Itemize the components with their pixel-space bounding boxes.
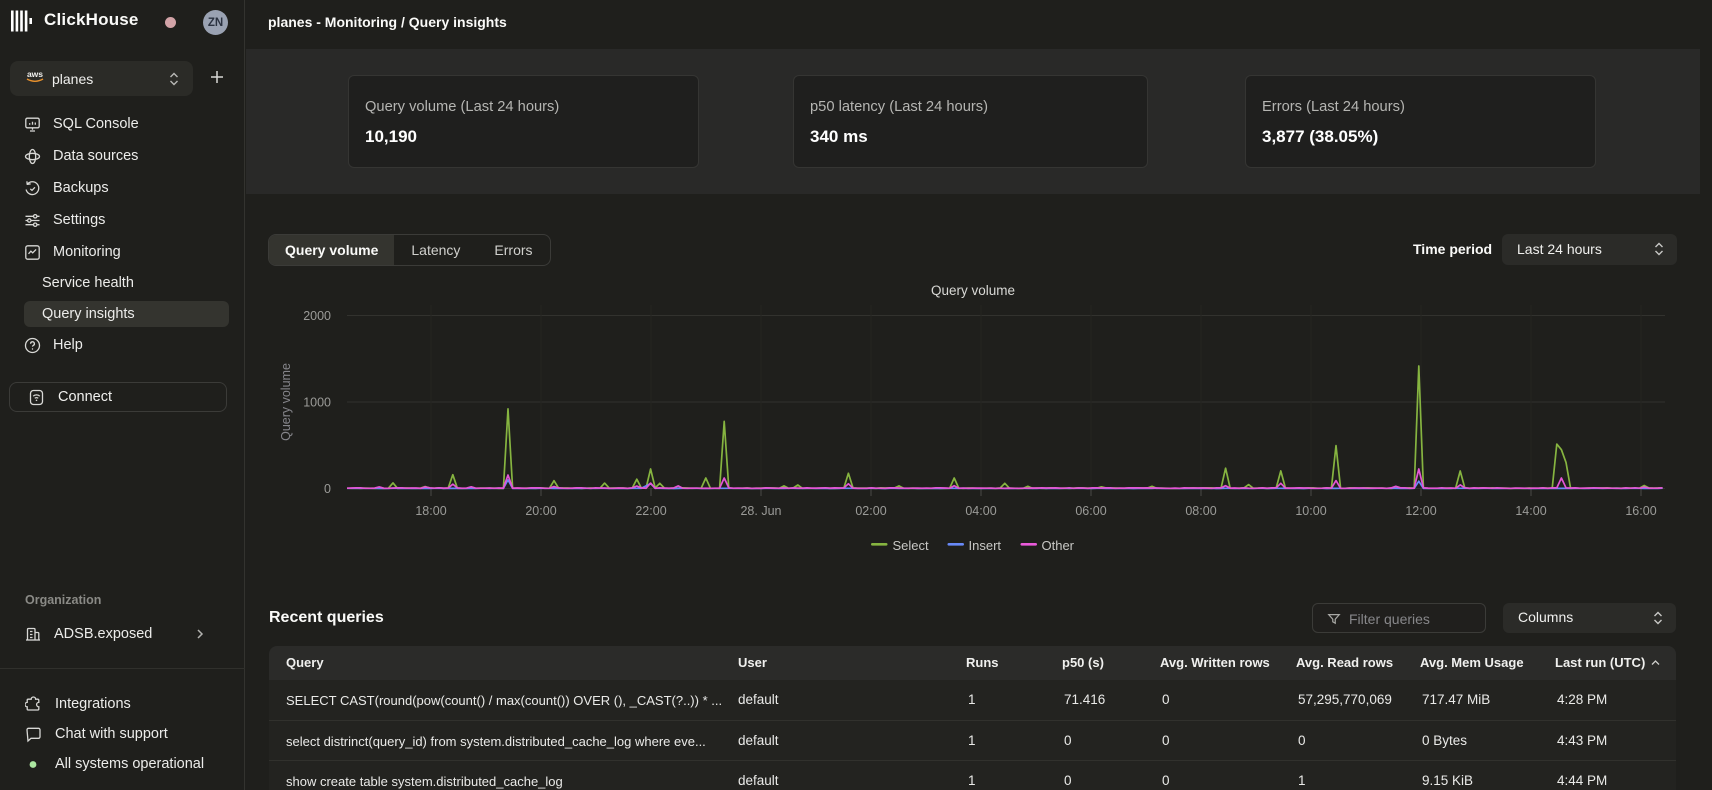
svg-text:08:00: 08:00 xyxy=(1185,504,1216,518)
svg-text:Query volume: Query volume xyxy=(279,363,293,441)
svg-text:2000: 2000 xyxy=(303,309,331,323)
svg-text:Other: Other xyxy=(1042,538,1075,553)
svg-text:20:00: 20:00 xyxy=(525,504,556,518)
svg-text:18:00: 18:00 xyxy=(415,504,446,518)
svg-text:28. Jun: 28. Jun xyxy=(740,504,781,518)
svg-text:10:00: 10:00 xyxy=(1295,504,1326,518)
svg-text:16:00: 16:00 xyxy=(1625,504,1656,518)
svg-text:14:00: 14:00 xyxy=(1515,504,1546,518)
svg-text:1000: 1000 xyxy=(303,396,331,410)
svg-text:06:00: 06:00 xyxy=(1075,504,1106,518)
svg-text:0: 0 xyxy=(324,482,331,496)
svg-text:Query volume: Query volume xyxy=(931,283,1015,298)
svg-text:02:00: 02:00 xyxy=(855,504,886,518)
svg-text:22:00: 22:00 xyxy=(635,504,666,518)
svg-text:Insert: Insert xyxy=(969,538,1002,553)
svg-text:04:00: 04:00 xyxy=(965,504,996,518)
svg-text:Select: Select xyxy=(893,538,930,553)
svg-text:12:00: 12:00 xyxy=(1405,504,1436,518)
